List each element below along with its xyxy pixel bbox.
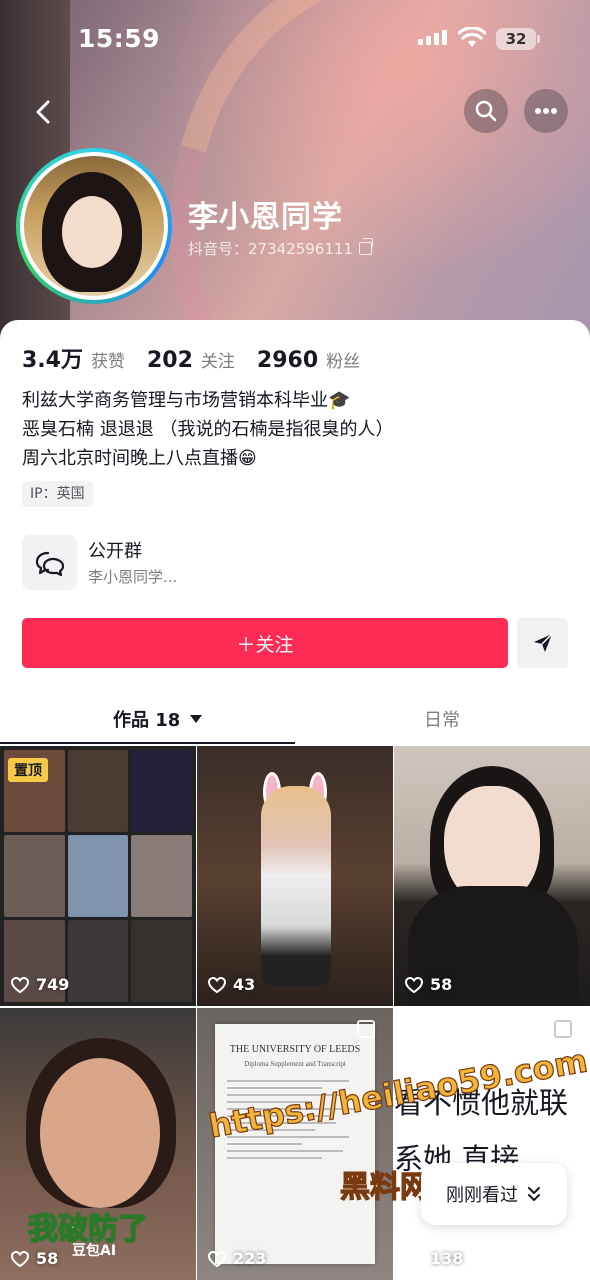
group-chat-icon <box>22 535 77 590</box>
stat-following[interactable]: 202 关注 <box>147 347 235 373</box>
more-button[interactable] <box>524 89 568 133</box>
tab-daily[interactable]: 日常 <box>424 706 460 732</box>
stat-followers[interactable]: 2960 粉丝 <box>257 347 360 373</box>
like-count: 58 <box>404 975 452 994</box>
battery-icon: 32 <box>496 28 540 50</box>
back-button[interactable] <box>28 92 60 132</box>
tab-works[interactable]: 作品 18 <box>113 706 203 732</box>
select-checkbox <box>357 1020 375 1038</box>
caret-down-icon <box>190 715 203 723</box>
bio-line: 恶臭石楠 退退退 （我说的石楠是指很臭的人） <box>22 419 394 440</box>
search-icon <box>475 100 497 122</box>
like-count: 223 <box>207 1249 266 1268</box>
stat-label: 关注 <box>200 352 235 372</box>
transcript-document: THE UNIVERSITY OF LEEDS Diploma Suppleme… <box>215 1024 375 1264</box>
like-count-text: 223 <box>233 1249 267 1268</box>
like-count: 43 <box>207 975 255 994</box>
video-tile[interactable]: 43 <box>197 746 393 1006</box>
content-tabs: 作品 18 日常 <box>0 700 590 746</box>
profile-card: 3.4万 获赞 202 关注 2960 粉丝 利兹大学商务管理与市场营销本科毕业… <box>0 320 590 750</box>
chevron-double-down-icon <box>528 1187 540 1201</box>
thumbnail-brand: 豆包AI <box>72 1243 117 1259</box>
tab-works-label: 作品 18 <box>113 710 181 731</box>
watermark-name: 黑料网 <box>339 1169 430 1205</box>
profile-name: 李小恩同学 <box>188 200 343 235</box>
status-time: 15:59 <box>78 24 161 53</box>
thumbnail-face <box>40 1058 160 1208</box>
chevron-left-icon <box>36 100 50 124</box>
tab-indicator <box>0 742 295 744</box>
heart-icon <box>10 976 30 993</box>
pinned-badge: 置顶 <box>8 758 48 782</box>
heart-icon <box>404 976 424 993</box>
stat-label: 获赞 <box>90 352 125 372</box>
douyin-id[interactable]: 抖音号：27342596111 <box>188 238 373 259</box>
like-count-text: 58 <box>430 975 453 994</box>
group-subtitle: 李小恩同学... <box>88 568 178 586</box>
follow-button[interactable]: ＋关注 <box>22 618 508 668</box>
copy-icon[interactable] <box>358 238 373 255</box>
stat-label: 粉丝 <box>326 352 361 372</box>
group-title: 公开群 <box>88 541 142 562</box>
select-checkbox <box>554 1020 572 1038</box>
heart-icon <box>207 1250 227 1267</box>
more-dots-icon <box>535 108 557 114</box>
like-count: 749 <box>10 975 69 994</box>
public-group-entry[interactable]: 公开群 李小恩同学... <box>22 535 568 591</box>
bio-line: 周六北京时间晚上八点直播😁 <box>22 448 257 469</box>
status-bar: 15:59 32 <box>0 0 590 80</box>
heart-icon <box>404 1250 424 1267</box>
like-count-text: 43 <box>233 975 256 994</box>
profile-bio: 利兹大学商务管理与市场营销本科毕业🎓 恶臭石楠 退退退 （我说的石楠是指很臭的人… <box>22 386 393 473</box>
document-subtitle: Diploma Supplement and Transcript <box>244 1060 346 1068</box>
send-icon <box>533 633 553 652</box>
stat-likes[interactable]: 3.4万 获赞 <box>22 342 125 374</box>
stat-number: 2960 <box>256 348 319 373</box>
share-button[interactable] <box>517 618 568 668</box>
video-tile[interactable]: 置顶 749 <box>0 746 196 1006</box>
stat-number: 3.4万 <box>22 348 83 373</box>
thumbnail-figure <box>261 786 331 986</box>
document-title: THE UNIVERSITY OF LEEDS <box>229 1044 361 1055</box>
like-count-text: 749 <box>36 975 70 994</box>
like-count-text: 58 <box>36 1249 59 1268</box>
avatar[interactable] <box>16 148 172 304</box>
recently-viewed-label: 刚刚看过 <box>446 1185 518 1206</box>
video-tile[interactable]: 我破防了 豆包AI 58 <box>0 1008 196 1280</box>
bio-line: 利兹大学商务管理与市场营销本科毕业🎓 <box>22 390 351 411</box>
cellular-signal-icon <box>418 30 447 45</box>
wifi-icon <box>458 27 486 47</box>
heart-icon <box>207 976 227 993</box>
video-tile[interactable]: THE UNIVERSITY OF LEEDS Diploma Suppleme… <box>197 1008 393 1280</box>
recently-viewed-button[interactable]: 刚刚看过 <box>421 1163 567 1225</box>
stat-number: 202 <box>146 348 193 373</box>
like-count-text: 138 <box>430 1249 464 1268</box>
video-tile[interactable]: 58 <box>394 746 590 1006</box>
ip-location-tag: IP：英国 <box>22 481 93 507</box>
like-count: 58 <box>10 1249 58 1268</box>
profile-stats: 3.4万 获赞 202 关注 2960 粉丝 <box>22 342 360 374</box>
collage-thumbnail <box>4 750 192 1002</box>
heart-icon <box>10 1250 30 1267</box>
like-count: 138 <box>404 1249 463 1268</box>
search-button[interactable] <box>464 89 508 133</box>
douyin-id-text: 抖音号：27342596111 <box>188 240 353 258</box>
